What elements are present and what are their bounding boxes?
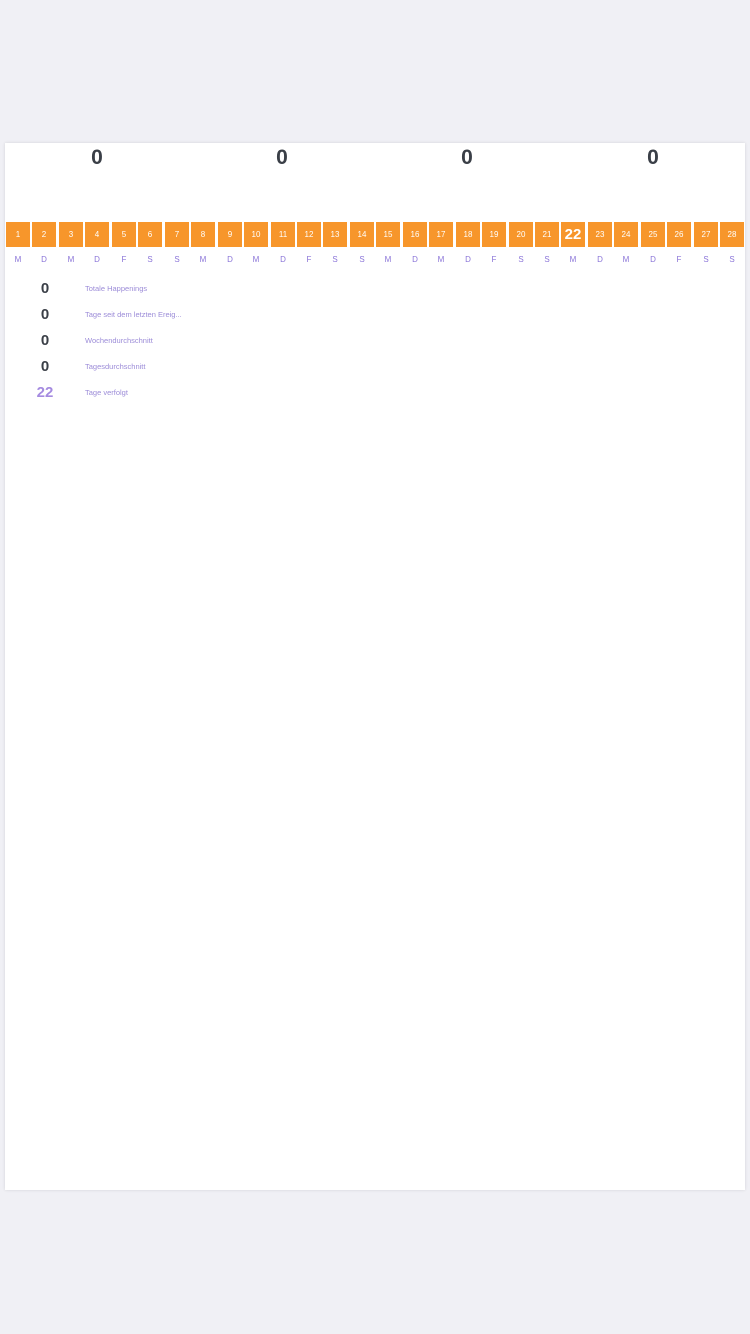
weekday-label: D bbox=[465, 255, 471, 264]
stat-value: 0 bbox=[40, 306, 50, 323]
stat-row-days-since-last: 0 Tage seit dem letzten Ereig... bbox=[5, 303, 745, 327]
weekday-label: D bbox=[94, 255, 100, 264]
stat-label: Tage verfolgt bbox=[85, 388, 128, 397]
stats-card: 0 0 0 0 1 2 3 4 5 6 7 8 9 10 11 12 13 14 15 16 17 18 19 20 2… bbox=[5, 143, 745, 1190]
day-cell[interactable]: 4 bbox=[85, 222, 109, 247]
weekday-label: D bbox=[597, 255, 603, 264]
stat-label: Tagesdurchschnitt bbox=[85, 362, 146, 371]
stat-row-daily-average: 0 Tagesdurchschnitt bbox=[5, 355, 745, 379]
day-cell[interactable]: 28 bbox=[720, 222, 744, 247]
weekday-label: D bbox=[412, 255, 418, 264]
weekday-label: M bbox=[67, 255, 75, 264]
stat-value: 0 bbox=[40, 358, 50, 375]
stat-label: Wochendurchschnitt bbox=[85, 336, 153, 345]
weekday-label: M bbox=[199, 255, 207, 264]
day-cell[interactable]: 8 bbox=[191, 222, 215, 247]
weekday-label: S bbox=[729, 255, 735, 264]
day-cell[interactable]: 25 bbox=[641, 222, 665, 247]
stat-label: Tage seit dem letzten Ereig... bbox=[85, 310, 182, 319]
weekday-label: S bbox=[332, 255, 338, 264]
weekday-label: D bbox=[227, 255, 233, 264]
weekday-label: F bbox=[676, 255, 682, 264]
day-cell[interactable]: 16 bbox=[403, 222, 427, 247]
day-cell[interactable]: 18 bbox=[456, 222, 480, 247]
weekday-label: S bbox=[703, 255, 709, 264]
weekday-label: S bbox=[147, 255, 153, 264]
top-count: 0 bbox=[461, 146, 473, 169]
weekday-labels-row: MDMDFSSMDMDFSSMDMDFSSMDMDFSS bbox=[5, 255, 745, 269]
calendar-days-row: 1 2 3 4 5 6 7 8 9 10 11 12 13 14 15 16 17 18 19 20 21 22 23 24 2… bbox=[5, 222, 745, 247]
stat-label: Totale Happenings bbox=[85, 284, 148, 293]
day-cell[interactable]: 2 bbox=[32, 222, 56, 247]
top-counts-row: 0 0 0 0 bbox=[5, 143, 745, 183]
weekday-label: M bbox=[14, 255, 22, 264]
weekday-label: M bbox=[622, 255, 630, 264]
weekday-label: D bbox=[41, 255, 47, 264]
stat-value: 22 bbox=[36, 384, 54, 401]
weekday-label: M bbox=[437, 255, 445, 264]
weekday-label: F bbox=[121, 255, 127, 264]
day-cell[interactable]: 23 bbox=[588, 222, 612, 247]
day-cell[interactable]: 6 bbox=[138, 222, 162, 247]
stat-value: 0 bbox=[40, 332, 50, 349]
weekday-label: S bbox=[174, 255, 180, 264]
day-cell[interactable]: 11 bbox=[271, 222, 295, 247]
top-count: 0 bbox=[276, 146, 288, 169]
day-cell[interactable]: 26 bbox=[667, 222, 691, 247]
day-cell[interactable]: 7 bbox=[165, 222, 189, 247]
day-cell[interactable]: 5 bbox=[112, 222, 136, 247]
stat-value: 0 bbox=[40, 280, 50, 297]
day-cell[interactable]: 24 bbox=[614, 222, 638, 247]
weekday-label: M bbox=[569, 255, 577, 264]
stat-row-total-happenings: 0 Totale Happenings bbox=[5, 277, 745, 301]
day-cell[interactable]: 13 bbox=[323, 222, 347, 247]
top-count: 0 bbox=[647, 146, 659, 169]
day-cell[interactable]: 21 bbox=[535, 222, 559, 247]
weekday-label: F bbox=[306, 255, 312, 264]
day-cell[interactable]: 1 bbox=[6, 222, 30, 247]
weekday-label: M bbox=[252, 255, 260, 264]
day-cell[interactable]: 17 bbox=[429, 222, 453, 247]
weekday-label: M bbox=[384, 255, 392, 264]
day-cell[interactable]: 12 bbox=[297, 222, 321, 247]
weekday-label: S bbox=[518, 255, 524, 264]
day-cell[interactable]: 3 bbox=[59, 222, 83, 247]
day-cell[interactable]: 19 bbox=[482, 222, 506, 247]
weekday-label: D bbox=[280, 255, 286, 264]
day-cell-today[interactable]: 22 bbox=[561, 222, 585, 247]
day-cell[interactable]: 14 bbox=[350, 222, 374, 247]
weekday-label: S bbox=[359, 255, 365, 264]
day-cell[interactable]: 20 bbox=[509, 222, 533, 247]
stat-row-days-tracked: 22 Tage verfolgt bbox=[5, 381, 745, 405]
day-cell[interactable]: 10 bbox=[244, 222, 268, 247]
day-cell[interactable]: 27 bbox=[694, 222, 718, 247]
weekday-label: D bbox=[650, 255, 656, 264]
weekday-label: F bbox=[491, 255, 497, 264]
stat-row-weekly-average: 0 Wochendurchschnitt bbox=[5, 329, 745, 353]
day-cell[interactable]: 9 bbox=[218, 222, 242, 247]
day-cell[interactable]: 15 bbox=[376, 222, 400, 247]
weekday-label: S bbox=[544, 255, 550, 264]
top-count: 0 bbox=[91, 146, 103, 169]
